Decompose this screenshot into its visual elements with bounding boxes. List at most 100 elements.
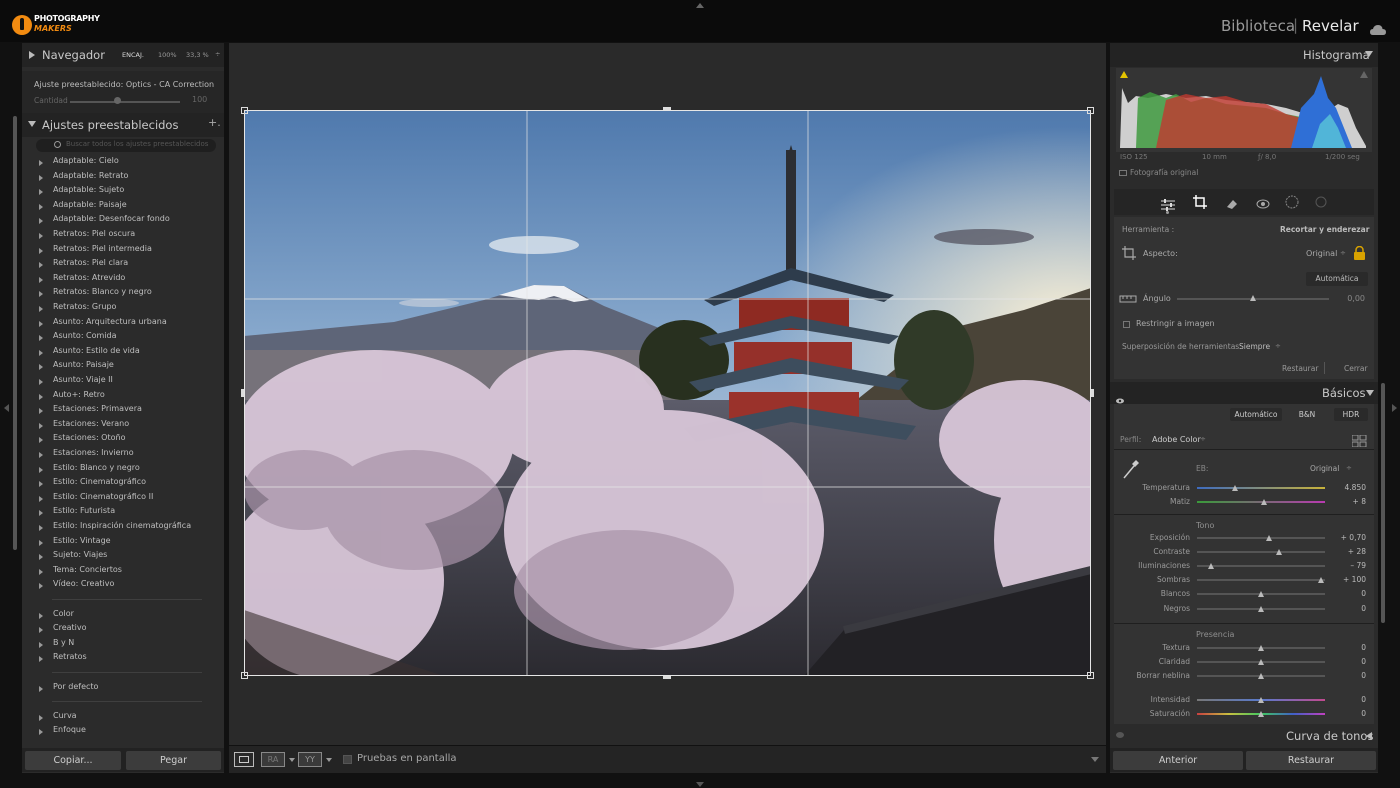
presets-circle-icon[interactable] [1314,194,1328,208]
masking-icon[interactable] [1285,194,1299,209]
swap-dropdown-icon[interactable] [326,758,332,762]
red-eye-icon[interactable] [1256,195,1270,209]
slider-knob[interactable] [1258,697,1264,703]
profile-select[interactable]: Adobe Color [1152,435,1201,444]
loupe-view-icon[interactable] [234,752,254,767]
photo-image[interactable] [244,110,1091,676]
crop-tool-icon[interactable] [1193,194,1207,209]
slider-value[interactable]: + 8 [1326,497,1366,506]
module-library-link[interactable]: Biblioteca [1221,17,1295,35]
soft-proofing-checkbox[interactable] [343,755,352,764]
crop-handle-top[interactable] [663,107,671,110]
white-balance-eyedropper-icon[interactable] [1122,458,1140,480]
panel-visibility-eye-icon[interactable] [1116,389,1124,404]
crop-handle-bottom-left[interactable] [241,672,248,679]
slider-knob[interactable] [1258,591,1264,598]
navigator-header[interactable]: Navegador ENCAJ. 100% 33,3 % ÷ [22,43,224,67]
slider-value[interactable]: 0 [1326,643,1366,652]
cloud-icon[interactable] [1370,20,1386,35]
preset-search-input[interactable]: Buscar todos los ajustes preestablecidos [36,139,216,152]
slider-value[interactable]: – 79 [1326,561,1366,570]
slider-value[interactable]: 0 [1326,657,1366,666]
angle-value[interactable]: 0,00 [1335,294,1365,303]
slider-value[interactable]: 0 [1326,671,1366,680]
slider-knob[interactable] [1232,485,1239,491]
paste-button[interactable]: Pegar [126,751,221,770]
crop-handle-bottom-right[interactable] [1087,672,1094,679]
treatment-bw-button[interactable]: B&N [1292,408,1322,421]
crop-handle-top-left[interactable] [241,107,248,114]
overlay-select[interactable]: Siempre [1239,342,1270,351]
crop-close-button[interactable]: Cerrar [1344,364,1368,373]
overlay-dropdown-icon[interactable]: ÷ [1275,342,1281,350]
slider-value[interactable]: + 28 [1326,547,1366,556]
crop-frame-icon[interactable] [1122,245,1136,260]
wb-dropdown-icon[interactable]: ÷ [1346,464,1352,472]
slider-knob[interactable] [1258,673,1264,679]
toolbar-options-icon[interactable] [1091,757,1099,762]
view-dropdown-icon[interactable] [289,758,295,762]
right-panel-scrollbar[interactable] [1381,383,1385,623]
crop-handle-bottom[interactable] [663,676,671,679]
slider-track[interactable] [1197,487,1325,489]
constrain-checkbox[interactable] [1123,321,1130,328]
left-panel-scrollbar[interactable] [13,116,17,550]
aspect-dropdown-icon[interactable]: ÷ [1340,249,1346,257]
highlight-clipping-icon[interactable] [1360,71,1368,78]
tone-curve-header[interactable]: Curva de tonos [1110,726,1378,746]
module-develop-link[interactable]: Revelar [1302,17,1359,35]
crop-reset-button[interactable]: Restaurar [1282,364,1318,373]
slider-value[interactable]: 0 [1326,604,1366,613]
angle-slider-knob[interactable] [1250,295,1256,301]
previous-button[interactable]: Anterior [1113,751,1243,770]
panel-visibility-eye-icon[interactable] [1116,732,1124,738]
crop-handle-left[interactable] [241,389,244,397]
slider-track[interactable] [1197,551,1325,554]
zoom-fit-option[interactable]: ENCAJ. [122,51,144,59]
slider-knob[interactable] [1275,549,1282,556]
slider-knob[interactable] [1208,563,1215,570]
slider-value[interactable]: 0 [1326,709,1366,718]
adjust-sliders-icon[interactable] [1161,196,1175,211]
slider-knob[interactable] [1258,659,1264,665]
original-photo-icon[interactable] [1119,170,1127,176]
zoom-percent-option[interactable]: 33,3 % [186,51,209,59]
slider-knob[interactable] [1318,577,1325,584]
slider-knob[interactable] [1265,535,1272,541]
slider-value[interactable]: + 100 [1326,575,1366,584]
profile-dropdown-icon[interactable]: ÷ [1200,435,1206,443]
aspect-select[interactable]: Original [1306,249,1337,258]
angle-auto-button[interactable]: Automática [1306,272,1368,286]
presets-header[interactable]: Ajustes preestablecidos +. [22,113,224,137]
basic-panel-header[interactable]: Básicos [1110,382,1378,404]
before-after-view-icon[interactable]: RA [261,752,285,767]
crop-handle-top-right[interactable] [1087,107,1094,114]
slider-knob[interactable] [1258,605,1264,612]
top-panel-toggle-icon[interactable] [696,3,704,8]
slider-value[interactable]: 4.850 [1326,483,1366,492]
straighten-tool-icon[interactable] [1118,291,1138,305]
slider-track[interactable] [1197,537,1325,539]
copy-button[interactable]: Copiar... [25,751,121,770]
right-panel-toggle-icon[interactable] [1392,404,1397,412]
shadow-clipping-icon[interactable] [1120,71,1128,78]
slider-knob[interactable] [1258,645,1264,651]
profile-browser-icon[interactable] [1351,432,1367,448]
left-panel-toggle-icon[interactable] [4,404,9,412]
histogram-header[interactable]: Histograma [1110,43,1378,67]
reset-button[interactable]: Restaurar [1246,751,1376,770]
slider-knob[interactable] [1260,499,1267,505]
treatment-hdr-button[interactable]: HDR [1334,408,1368,421]
slider-value[interactable]: 0 [1326,589,1366,598]
crop-handle-right[interactable] [1091,389,1094,397]
histogram[interactable]: ISO 125 10 mm ƒ/ 8,0 1/200 seg Fotografí… [1116,68,1372,177]
zoom-100-option[interactable]: 100% [158,51,177,59]
lock-icon[interactable] [1354,245,1365,260]
before-after-swap-icon[interactable]: YY [298,752,322,767]
filmstrip-toggle-icon[interactable] [696,782,704,787]
wb-select[interactable]: Original [1310,464,1339,473]
slider-value[interactable]: + 0,70 [1326,533,1366,542]
add-preset-button[interactable]: +. [208,116,221,129]
treatment-auto-button[interactable]: Automático [1230,408,1282,421]
healing-eraser-icon[interactable] [1225,195,1239,209]
